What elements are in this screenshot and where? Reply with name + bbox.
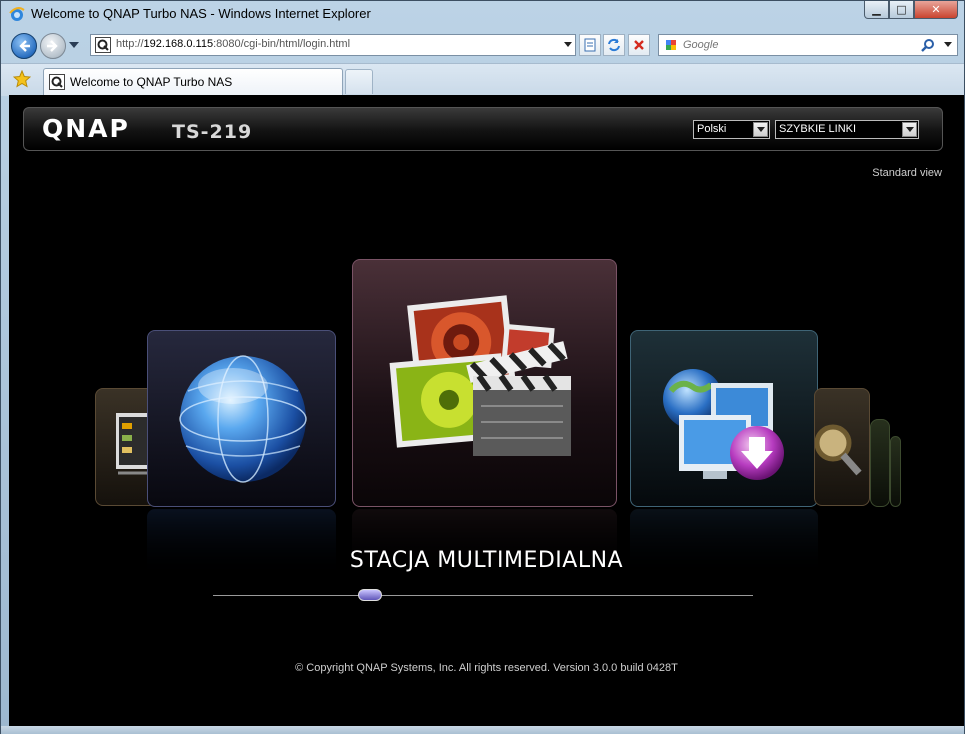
- copyright-text: © Copyright QNAP Systems, Inc. All right…: [295, 662, 678, 674]
- compatibility-view-icon: [584, 38, 596, 52]
- new-tab-button[interactable]: [345, 69, 373, 94]
- compatibility-view-button[interactable]: [579, 34, 601, 56]
- refresh-icon: [608, 38, 620, 52]
- qnap-logo: QNAP: [42, 114, 130, 143]
- qnap-tab-icon: [49, 74, 65, 90]
- search-input[interactable]: [683, 37, 903, 53]
- address-dropdown-icon[interactable]: [564, 42, 572, 47]
- svg-text:QNAP: QNAP: [42, 114, 130, 143]
- carousel-tile-multimedia-station[interactable]: [352, 259, 617, 507]
- browser-window: Welcome to QNAP Turbo NAS - Windows Inte…: [0, 0, 965, 734]
- carousel-tile-search[interactable]: [814, 388, 870, 506]
- search-icon[interactable]: [921, 38, 935, 52]
- carousel-tile-extra-1[interactable]: [870, 419, 890, 507]
- carousel-tile-web-server[interactable]: [147, 330, 336, 507]
- address-bar[interactable]: http://192.168.0.115:8080/cgi-bin/html/l…: [90, 34, 576, 56]
- search-icon: [815, 424, 862, 476]
- minimize-button[interactable]: ▁: [864, 1, 889, 19]
- download-station-icon: [663, 369, 784, 480]
- multimedia-icon: [389, 295, 571, 456]
- internet-explorer-icon: [9, 7, 25, 21]
- google-icon: [663, 37, 679, 53]
- status-bar: [1, 726, 964, 734]
- forward-button[interactable]: [40, 33, 66, 59]
- recent-pages-dropdown-icon[interactable]: [69, 42, 79, 48]
- model-name: TS-219: [172, 121, 253, 143]
- qnap-favicon-icon: [95, 37, 111, 53]
- page-content: QNAP TS-219 Polski SZYBKIE LINKI Standar…: [9, 95, 964, 726]
- window-controls: ▁ □ ✕: [864, 1, 958, 19]
- carousel-caption: STACJA MULTIMEDIALNA: [349, 548, 624, 573]
- stop-button[interactable]: [628, 34, 650, 56]
- tab-label: Welcome to QNAP Turbo NAS: [70, 75, 233, 89]
- standard-view-link[interactable]: Standard view: [872, 167, 942, 179]
- window-title: Welcome to QNAP Turbo NAS - Windows Inte…: [31, 6, 371, 21]
- back-arrow-icon: [19, 40, 30, 52]
- quicklinks-dropdown-icon[interactable]: [902, 122, 917, 137]
- carousel-tile-download-station[interactable]: [630, 330, 818, 507]
- maximize-button[interactable]: □: [889, 1, 914, 19]
- navigation-bar: http://192.168.0.115:8080/cgi-bin/html/l…: [1, 29, 964, 63]
- forward-arrow-icon: [47, 40, 58, 52]
- carousel-tile-extra-2[interactable]: [890, 436, 901, 507]
- language-select[interactable]: Polski: [693, 120, 770, 139]
- close-button[interactable]: ✕: [914, 1, 958, 19]
- globe-icon: [179, 355, 307, 483]
- back-button[interactable]: [11, 33, 37, 59]
- tab-welcome[interactable]: Welcome to QNAP Turbo NAS: [43, 68, 343, 95]
- stop-icon: [634, 40, 644, 50]
- refresh-button[interactable]: [603, 34, 625, 56]
- search-box[interactable]: [658, 34, 958, 56]
- quicklinks-select[interactable]: SZYBKIE LINKI: [775, 120, 919, 139]
- tab-bar: Welcome to QNAP Turbo NAS: [1, 63, 964, 96]
- header-bar: QNAP TS-219 Polski SZYBKIE LINKI: [23, 107, 943, 151]
- url-text[interactable]: http://192.168.0.115:8080/cgi-bin/html/l…: [116, 38, 350, 50]
- language-dropdown-icon[interactable]: [753, 122, 768, 137]
- carousel-slider-track[interactable]: [213, 595, 753, 596]
- favorites-star-icon[interactable]: [13, 70, 31, 88]
- search-provider-dropdown-icon[interactable]: [944, 42, 952, 47]
- title-bar: Welcome to QNAP Turbo NAS - Windows Inte…: [1, 1, 964, 29]
- carousel-slider-handle[interactable]: [357, 589, 382, 601]
